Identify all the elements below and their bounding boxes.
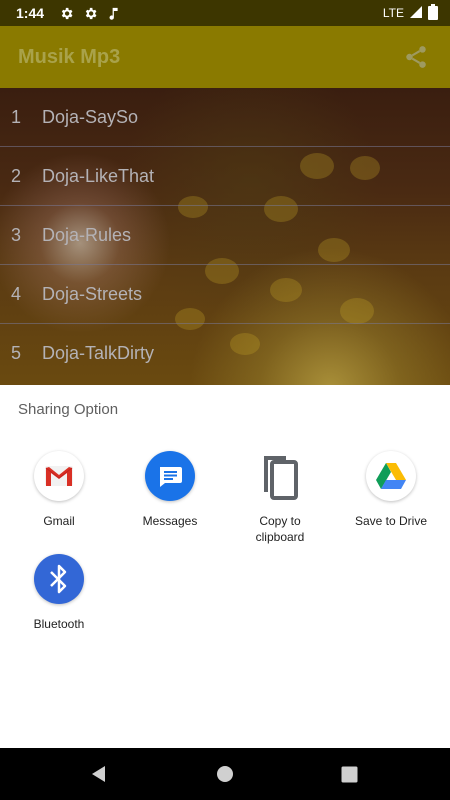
song-title: Doja-TalkDirty xyxy=(42,343,155,363)
song-title: Doja-SaySo xyxy=(42,106,139,127)
status-bar: 1:44 LTE xyxy=(0,0,450,26)
song-title: Doja-Rules xyxy=(42,224,132,245)
song-row[interactable]: 3 Doja-Rules xyxy=(0,206,450,265)
song-number: 3 xyxy=(11,224,22,245)
copy-icon xyxy=(255,451,305,501)
share-target-copy[interactable]: Copy to clipboard xyxy=(224,451,336,545)
signal-icon xyxy=(410,5,422,21)
share-sheet: Sharing Option Gmail Messages Copy to cl… xyxy=(0,385,450,748)
song-row[interactable]: 4 Doja-Streets xyxy=(0,265,450,324)
settings-icon xyxy=(82,5,98,21)
back-button[interactable] xyxy=(87,762,111,786)
network-type: LTE xyxy=(382,6,404,20)
share-target-bluetooth[interactable]: Bluetooth xyxy=(3,554,115,632)
messages-icon xyxy=(145,451,195,501)
song-row[interactable]: 2 Doja-LikeThat xyxy=(0,147,450,206)
gmail-icon xyxy=(34,451,84,501)
recents-button[interactable] xyxy=(337,762,361,786)
home-icon xyxy=(217,766,233,782)
home-button[interactable] xyxy=(213,762,237,786)
song-title: Doja-Streets xyxy=(42,283,143,304)
share-target-gmail[interactable]: Gmail xyxy=(3,451,115,529)
status-time: 1:44 xyxy=(16,5,45,21)
song-row[interactable]: 1 Doja-SaySo xyxy=(0,88,450,147)
share-target-label: Bluetooth xyxy=(33,617,85,631)
song-number: 4 xyxy=(11,283,22,304)
settings-icon xyxy=(58,5,74,21)
song-list: 1 Doja-SaySo 2 Doja-LikeThat 3 Doja-Rule… xyxy=(0,88,450,385)
share-target-label: Save to Drive xyxy=(354,514,428,528)
song-title: Doja-LikeThat xyxy=(42,165,155,186)
drive-icon xyxy=(366,451,416,501)
share-icon xyxy=(406,46,426,68)
song-number: 1 xyxy=(11,106,22,127)
share-target-messages[interactable]: Messages xyxy=(114,451,226,529)
bluetooth-icon xyxy=(34,554,84,604)
share-target-label: Copy to clipboard xyxy=(255,514,305,544)
song-row[interactable]: 5 Doja-TalkDirty xyxy=(0,324,450,383)
share-target-drive[interactable]: Save to Drive xyxy=(335,451,447,529)
share-target-label: Messages xyxy=(142,514,198,528)
app-bar: Musik Mp3 xyxy=(0,26,450,88)
music-note-icon xyxy=(106,5,122,21)
share-sheet-title: Sharing Option xyxy=(18,401,119,418)
recents-icon xyxy=(341,766,357,782)
song-number: 2 xyxy=(11,165,22,186)
share-target-label: Gmail xyxy=(43,514,75,528)
back-icon xyxy=(92,766,105,782)
app-title: Musik Mp3 xyxy=(18,45,121,68)
share-button[interactable] xyxy=(400,41,432,73)
navigation-bar xyxy=(0,748,450,800)
song-number: 5 xyxy=(11,343,22,363)
battery-icon xyxy=(428,3,438,23)
